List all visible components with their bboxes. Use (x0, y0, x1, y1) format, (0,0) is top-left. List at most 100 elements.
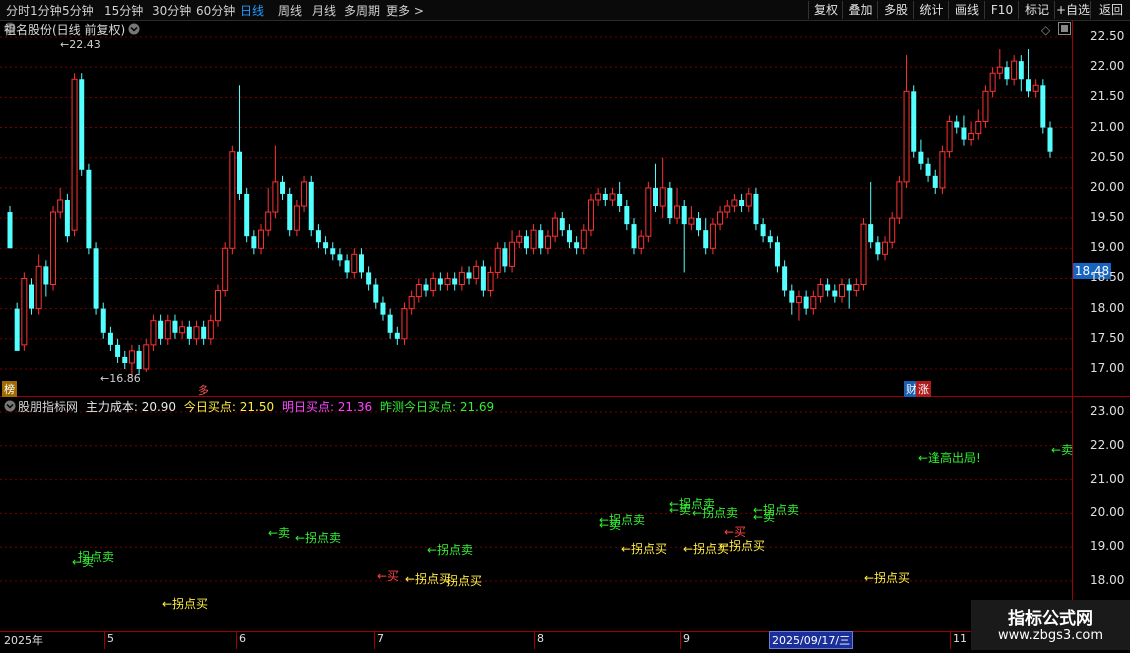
candle-body (580, 229, 587, 249)
candle (494, 242, 501, 279)
toolbar-button-0[interactable]: 复权 (808, 1, 843, 19)
indicator-name[interactable]: 股朋指标网 (18, 400, 78, 414)
period-8[interactable]: 月线 (312, 2, 336, 19)
candle (724, 199, 731, 219)
period-4[interactable]: 30分钟 (152, 2, 191, 19)
high-price-value: 22.43 (69, 38, 101, 51)
period-6[interactable]: 日线 (240, 2, 264, 19)
candle (653, 163, 659, 213)
candle-body (832, 290, 838, 297)
candle-body (989, 72, 996, 92)
candle (875, 236, 881, 261)
period-9[interactable]: 多周期 (344, 2, 380, 19)
period-0[interactable]: 分时 (6, 2, 30, 19)
candle (415, 278, 422, 303)
candle-body (237, 151, 243, 194)
period-2[interactable]: 5分钟 (62, 2, 94, 19)
candle-body (330, 248, 336, 255)
candle (401, 302, 408, 345)
candle-body (731, 199, 738, 207)
toolbar-button-5[interactable]: F10 (984, 1, 1019, 19)
candle (244, 187, 250, 243)
candle-body (638, 235, 645, 249)
low-price-value: 16.86 (109, 372, 141, 385)
candle-body (1025, 79, 1031, 92)
candle (587, 193, 594, 237)
candle (918, 139, 924, 170)
candle (717, 206, 724, 231)
stock-title: 祖名股份(日线 前复权) (4, 21, 125, 38)
toolbar-button-4[interactable]: 画线 (948, 1, 985, 19)
candle-body (244, 193, 250, 237)
candle-body (179, 326, 186, 334)
candle (107, 326, 113, 351)
candle (753, 187, 759, 231)
candle (408, 290, 415, 315)
candle (1025, 49, 1031, 98)
window-toggle-icon[interactable] (1058, 22, 1071, 38)
toolbar-button-6[interactable]: 标记 (1018, 1, 1055, 19)
candle-body (373, 284, 379, 303)
diamond-icon[interactable]: ◇ (1041, 23, 1050, 37)
candle (996, 49, 1003, 80)
period-7[interactable]: 周线 (278, 2, 302, 19)
price-tick: 19.00 (1090, 240, 1125, 255)
candle-body (452, 278, 458, 285)
chart-area[interactable] (0, 20, 1130, 650)
toolbar-button-2[interactable]: 多股 (877, 1, 914, 19)
candle-body (107, 332, 113, 345)
period-3[interactable]: 15分钟 (104, 2, 143, 19)
candle (43, 260, 49, 297)
toolbar-button-8[interactable]: 返回 (1090, 1, 1130, 19)
candle (315, 224, 321, 249)
candle-body (308, 181, 314, 231)
candle (868, 181, 874, 249)
candle (932, 169, 938, 194)
toolbar-button-7[interactable]: +自选 (1054, 1, 1091, 19)
candle-body (587, 199, 594, 231)
candle-body (696, 218, 702, 231)
rank-tag[interactable]: 榜 (2, 381, 17, 397)
candle-body (115, 344, 121, 357)
toolbar-button-1[interactable]: 叠加 (842, 1, 878, 19)
candle (287, 187, 293, 237)
toolbar-button-3[interactable]: 统计 (913, 1, 949, 19)
candle-body (774, 242, 780, 267)
watermark-url: www.zbgs3.com (997, 628, 1104, 643)
rise-tag[interactable]: 涨 (916, 381, 931, 397)
candle (559, 212, 565, 237)
candle-body (574, 242, 580, 249)
candle (696, 212, 702, 237)
candle-body (538, 230, 544, 249)
candle (681, 199, 687, 273)
candle (265, 187, 272, 237)
candle (207, 314, 214, 345)
candle (337, 248, 343, 267)
candle (624, 199, 630, 231)
date-label: 8 (537, 632, 544, 645)
candle (745, 187, 752, 213)
candle (946, 115, 953, 158)
period-1[interactable]: 1分钟 (30, 2, 62, 19)
candle (466, 266, 472, 285)
event-tag[interactable]: 多 (198, 382, 209, 398)
stock-title-dropdown-icon[interactable] (128, 23, 140, 38)
crosshair-date-label: 2025/09/17/三 (769, 631, 854, 649)
date-tick (680, 631, 681, 649)
candle (143, 338, 150, 373)
candle-body (86, 169, 92, 249)
candle (64, 193, 70, 243)
candle-body (207, 320, 214, 340)
candle-body (609, 193, 616, 201)
candle-body (351, 253, 358, 273)
candle (688, 206, 695, 231)
candle-body (681, 206, 687, 225)
period-5[interactable]: 60分钟 (196, 2, 235, 19)
period-10[interactable]: 更多 > (386, 2, 424, 19)
indicator-collapse-icon[interactable] (4, 400, 16, 415)
candle (115, 338, 121, 363)
candle-body (293, 205, 300, 231)
candle (882, 236, 889, 261)
candle (709, 218, 716, 255)
candle (674, 187, 681, 225)
